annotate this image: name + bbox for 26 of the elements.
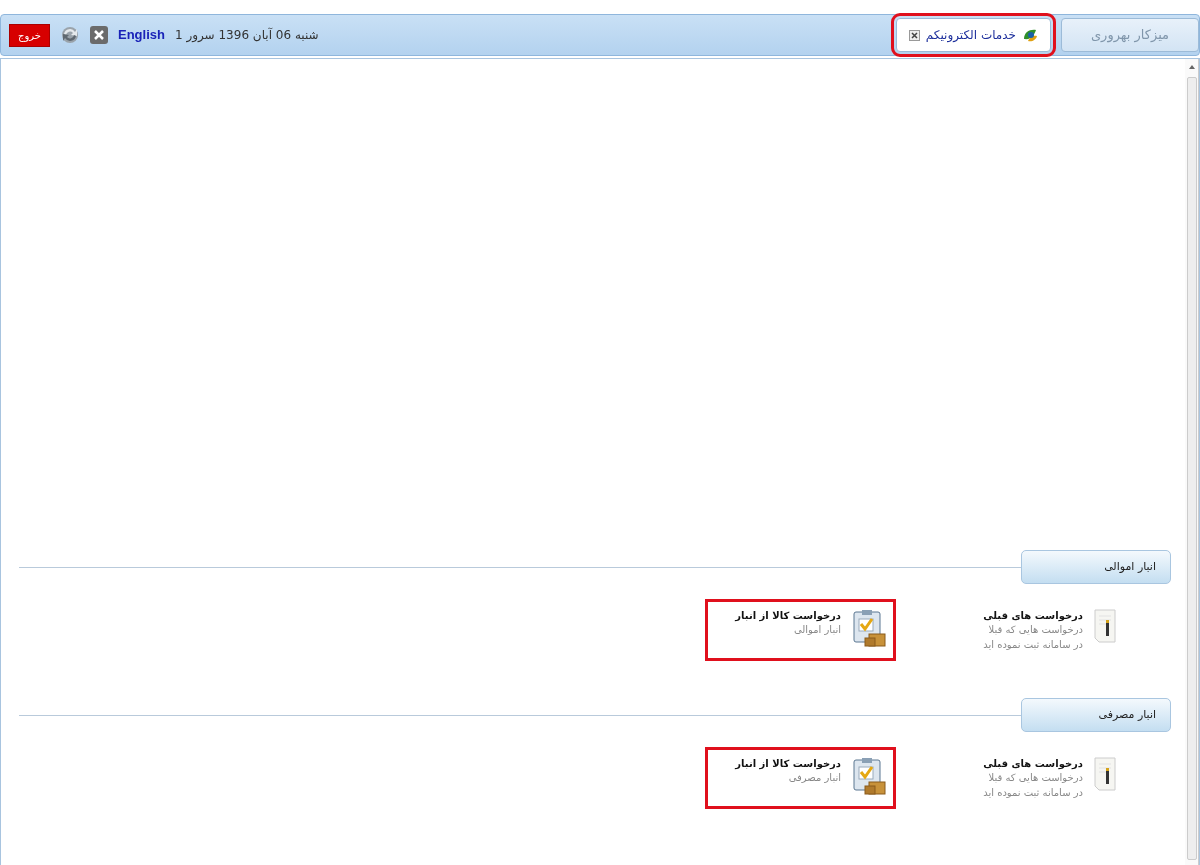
service-item[interactable]: درخواست های قبلی درخواست هایی که قبلا در سامانه ثبت نموده اید bbox=[938, 602, 1123, 658]
service-item[interactable]: درخواست کالا از انبار انبار مصرفی bbox=[708, 750, 893, 806]
service-description: انبار اموالی bbox=[792, 623, 841, 637]
service-item[interactable]: درخواست های قبلی درخواست هایی که قبلا در سامانه ثبت نموده اید bbox=[938, 750, 1123, 806]
clipboard-box-icon bbox=[851, 608, 887, 648]
scrollbar[interactable] bbox=[1185, 59, 1199, 865]
service-description: انبار مصرفی bbox=[787, 771, 841, 785]
service-item[interactable]: درخواست کالا از انبار انبار اموالی bbox=[708, 602, 893, 658]
service-title: درخواست کالا از انبار bbox=[735, 757, 841, 771]
section-tab[interactable]: انبار اموالی bbox=[1021, 550, 1171, 584]
section-tab[interactable]: انبار مصرفی bbox=[1021, 698, 1171, 732]
refresh-icon[interactable] bbox=[60, 25, 80, 45]
language-link[interactable]: English bbox=[118, 25, 165, 45]
scroll-up-icon[interactable] bbox=[1187, 63, 1196, 71]
clipboard-box-icon bbox=[851, 756, 887, 796]
document-pen-icon bbox=[1093, 756, 1117, 792]
document-pen-icon bbox=[1093, 608, 1117, 644]
close-icon[interactable] bbox=[90, 26, 108, 44]
service-description: درخواست هایی که قبلا در سامانه ثبت نموده اید bbox=[983, 771, 1083, 800]
date-text: شنبه 06 آبان 1396 سرور 1 bbox=[174, 26, 319, 44]
service-title: درخواست های قبلی bbox=[983, 609, 1083, 623]
service-description: درخواست هایی که قبلا در سامانه ثبت نموده اید bbox=[983, 623, 1083, 652]
service-title: درخواست کالا از انبار bbox=[735, 609, 841, 623]
exit-button[interactable]: خروج bbox=[9, 23, 50, 47]
service-title: درخواست های قبلی bbox=[983, 757, 1083, 771]
close-icon[interactable] bbox=[908, 29, 920, 41]
